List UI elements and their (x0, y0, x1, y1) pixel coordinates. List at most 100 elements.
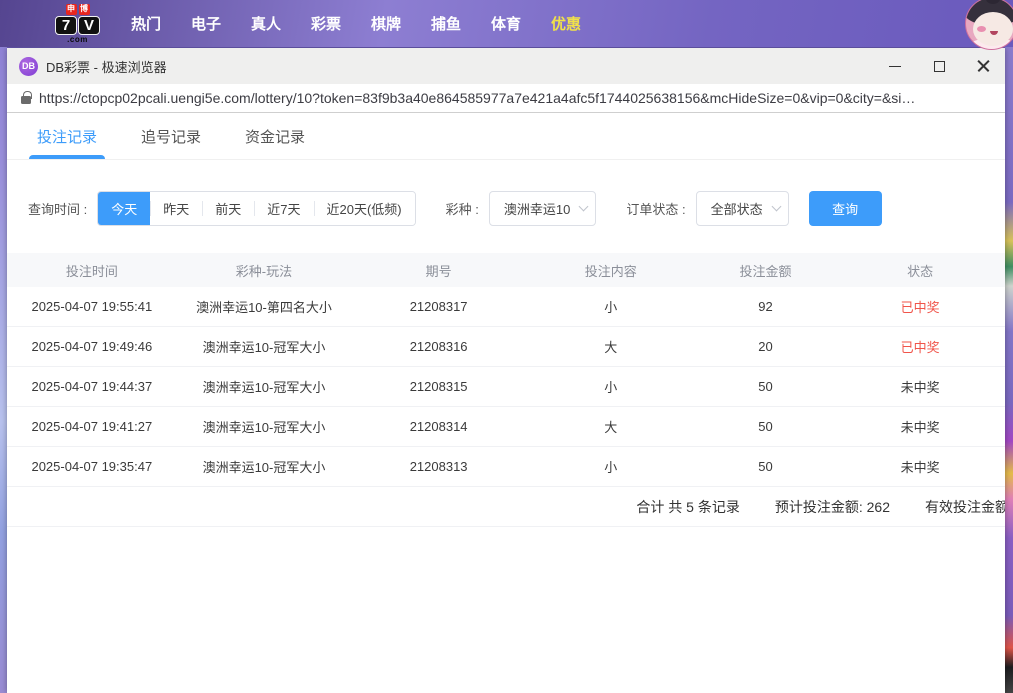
table-row: 2025-04-07 19:49:46 澳洲幸运10-冠军大小 21208316… (7, 327, 1005, 367)
status-select-value: 全部状态 (711, 199, 763, 218)
cell-bet-amount: 50 (696, 379, 836, 394)
cell-game-play: 澳洲幸运10-第四名大小 (177, 297, 352, 316)
cell-issue: 21208316 (351, 339, 526, 354)
time-option-20days[interactable]: 近20天(低频) (314, 192, 415, 225)
top-nav-items: 热门 电子 真人 彩票 棋牌 捕鱼 体育 优惠 (116, 13, 596, 34)
query-button[interactable]: 查询 (809, 191, 882, 226)
cell-bet-amount: 50 (696, 419, 836, 434)
status-badge: 未中奖 (835, 417, 1005, 436)
top-nav-bar: 申 博 7 V .com 热门 电子 真人 彩票 棋牌 捕鱼 体育 优惠 (0, 0, 1013, 47)
cell-bet-time: 2025-04-07 19:49:46 (7, 339, 177, 354)
cell-bet-content: 小 (526, 297, 696, 316)
cell-bet-content: 小 (526, 457, 696, 476)
status-filter-label: 订单状态 : (626, 199, 685, 218)
status-badge: 未中奖 (835, 377, 1005, 396)
time-range-group: 今天 昨天 前天 近7天 近20天(低频) (97, 191, 415, 226)
summary-total-records: 合计 共 5 条记录 (636, 497, 739, 517)
cell-issue: 21208314 (351, 419, 526, 434)
minimize-icon (889, 66, 901, 67)
filter-bar: 查询时间 : 今天 昨天 前天 近7天 近20天(低频) 彩种 : 澳洲幸运10… (28, 190, 1005, 226)
time-option-7days[interactable]: 近7天 (254, 192, 313, 225)
nav-item-lottery[interactable]: 彩票 (296, 13, 356, 34)
lottery-select-value: 澳洲幸运10 (504, 199, 570, 218)
col-bet-time: 投注时间 (7, 261, 177, 280)
col-status: 状态 (835, 261, 1005, 280)
nav-item-hot[interactable]: 热门 (116, 13, 176, 34)
summary-valid-amount: 有效投注金额 (925, 497, 1005, 517)
status-badge: 已中奖 (835, 297, 1005, 316)
logo-7v: 7 V (55, 16, 100, 35)
cell-game-play: 澳洲幸运10-冠军大小 (177, 457, 352, 476)
url-field[interactable]: https://ctopcp02pcali.uengi5e.com/lotter… (39, 90, 915, 106)
chevron-down-icon (579, 201, 589, 211)
cell-issue: 21208315 (351, 379, 526, 394)
nav-item-promo[interactable]: 优惠 (536, 13, 596, 34)
page-content: 投注记录 追号记录 资金记录 查询时间 : 今天 昨天 前天 近7天 近20天(… (7, 113, 1005, 693)
table-row: 2025-04-07 19:55:41 澳洲幸运10-第四名大小 2120831… (7, 287, 1005, 327)
logo-badge-1: 申 (66, 4, 77, 15)
browser-titlebar[interactable]: DB DB彩票 - 极速浏览器 (7, 48, 1005, 84)
cell-issue: 21208317 (351, 299, 526, 314)
cell-bet-content: 大 (526, 337, 696, 356)
nav-item-chess[interactable]: 棋牌 (356, 13, 416, 34)
cell-bet-time: 2025-04-07 19:35:47 (7, 459, 177, 474)
page-behind-right-edge (1005, 47, 1013, 693)
table-header-row: 投注时间 彩种-玩法 期号 投注内容 投注金额 状态 (7, 253, 1005, 287)
cell-bet-content: 大 (526, 417, 696, 436)
cell-bet-time: 2025-04-07 19:44:37 (7, 379, 177, 394)
lottery-filter-label: 彩种 : (446, 199, 479, 218)
cell-bet-amount: 50 (696, 459, 836, 474)
nav-item-fishing[interactable]: 捕鱼 (416, 13, 476, 34)
col-game-play: 彩种-玩法 (177, 261, 352, 280)
col-issue: 期号 (351, 261, 526, 280)
table-summary-row: 合计 共 5 条记录 预计投注金额: 262 有效投注金额 (7, 487, 1005, 527)
tab-chase-records[interactable]: 追号记录 (141, 113, 201, 159)
lock-icon (21, 96, 31, 104)
time-option-today[interactable]: 今天 (98, 192, 150, 225)
record-tabs: 投注记录 追号记录 资金记录 (7, 113, 1005, 160)
logo-v: V (78, 16, 100, 35)
minimize-button[interactable] (873, 48, 917, 84)
tab-bet-records[interactable]: 投注记录 (37, 113, 97, 159)
bet-records-table: 投注时间 彩种-玩法 期号 投注内容 投注金额 状态 2025-04-07 19… (7, 253, 1005, 527)
time-filter-label: 查询时间 : (28, 199, 87, 218)
browser-window: DB DB彩票 - 极速浏览器 https://ctopcp02pcali.ue… (7, 48, 1005, 693)
logo-badges: 申 博 (66, 4, 90, 15)
cell-game-play: 澳洲幸运10-冠军大小 (177, 417, 352, 436)
table-row: 2025-04-07 19:35:47 澳洲幸运10-冠军大小 21208313… (7, 447, 1005, 487)
tab-fund-records[interactable]: 资金记录 (245, 113, 305, 159)
cell-bet-amount: 20 (696, 339, 836, 354)
cell-bet-time: 2025-04-07 19:41:27 (7, 419, 177, 434)
lottery-select[interactable]: 澳洲幸运10 (489, 191, 596, 226)
logo-badge-2: 博 (79, 4, 90, 15)
time-option-yesterday[interactable]: 昨天 (150, 192, 202, 225)
table-row: 2025-04-07 19:41:27 澳洲幸运10-冠军大小 21208314… (7, 407, 1005, 447)
chevron-down-icon (771, 201, 781, 211)
cell-bet-amount: 92 (696, 299, 836, 314)
maximize-icon (934, 61, 945, 72)
table-row: 2025-04-07 19:44:37 澳洲幸运10-冠军大小 21208315… (7, 367, 1005, 407)
cell-game-play: 澳洲幸运10-冠军大小 (177, 337, 352, 356)
site-logo[interactable]: 申 博 7 V .com (55, 4, 100, 44)
page-behind-left-edge (0, 47, 7, 693)
close-button[interactable] (961, 48, 1005, 84)
db-app-icon: DB (19, 57, 38, 76)
cell-issue: 21208313 (351, 459, 526, 474)
status-badge: 未中奖 (835, 457, 1005, 476)
nav-item-slots[interactable]: 电子 (176, 13, 236, 34)
browser-urlbar: https://ctopcp02pcali.uengi5e.com/lotter… (7, 84, 1005, 113)
close-icon (977, 60, 990, 73)
window-controls (873, 48, 1005, 84)
col-bet-content: 投注内容 (526, 261, 696, 280)
nav-item-live[interactable]: 真人 (236, 13, 296, 34)
maximize-button[interactable] (917, 48, 961, 84)
status-badge: 已中奖 (835, 337, 1005, 356)
window-title: DB彩票 - 极速浏览器 (46, 57, 167, 76)
nav-item-sports[interactable]: 体育 (476, 13, 536, 34)
user-avatar[interactable] (965, 0, 1013, 50)
time-option-day-before[interactable]: 前天 (202, 192, 254, 225)
summary-expected-amount: 预计投注金额: 262 (775, 497, 890, 517)
order-status-select[interactable]: 全部状态 (696, 191, 789, 226)
logo-com: .com (67, 36, 88, 44)
avatar-blush (977, 26, 986, 32)
